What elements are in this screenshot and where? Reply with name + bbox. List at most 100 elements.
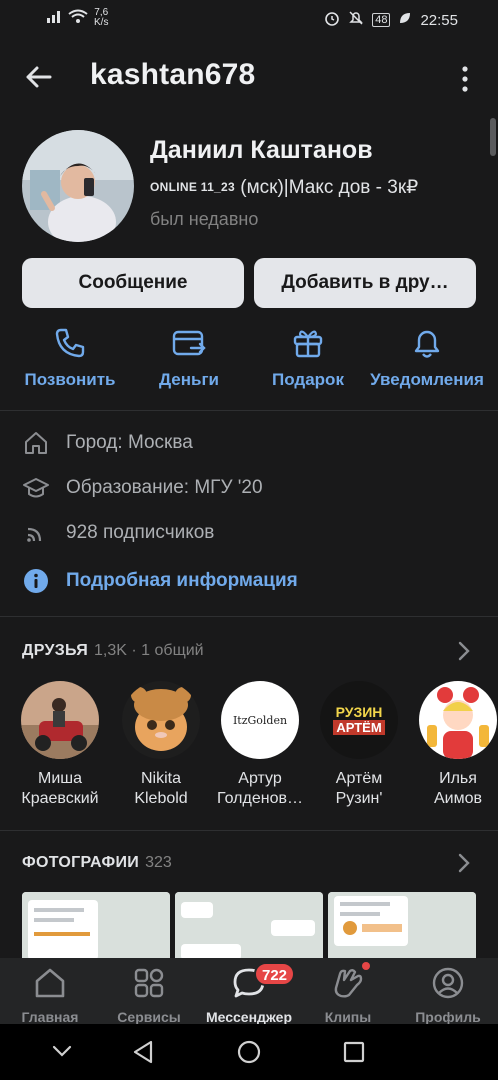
home-icon	[35, 968, 65, 998]
friend-name-line2: Аимов	[433, 790, 482, 807]
sim-icon	[46, 9, 62, 28]
status-text: (мск)|Макс дов - 3к₽	[234, 177, 419, 198]
avatar-logo-text: АРТЁМ	[333, 720, 385, 735]
graduation-cap-icon	[22, 474, 50, 502]
tab-profile[interactable]: Профиль	[398, 966, 498, 1025]
notifications-action[interactable]: Уведомления	[367, 326, 487, 390]
friend-avatar	[122, 681, 200, 759]
details-text: Подробная информация	[66, 570, 298, 591]
last-seen: был недавно	[150, 209, 259, 229]
gift-label: Подарок	[272, 370, 344, 389]
photos-title: ФОТОГРАФИИ	[22, 854, 140, 871]
alarm-icon	[324, 10, 340, 30]
back-triangle-icon[interactable]	[132, 1040, 154, 1064]
info-details-link[interactable]: Подробная информация	[22, 566, 482, 596]
leaf-icon	[398, 11, 412, 29]
info-icon	[22, 567, 50, 595]
friend-item[interactable]: Миша Краевский	[12, 681, 108, 809]
avatar-logo-text: РУЗИН	[335, 704, 383, 720]
friend-name-line1: Илья	[439, 770, 477, 787]
friends-header[interactable]: ДРУЗЬЯ 1,3K · 1 общий	[22, 642, 204, 660]
network-speed: 7,6 K/s	[94, 8, 108, 28]
more-options-button[interactable]	[454, 64, 476, 94]
add-friend-button[interactable]: Добавить в дру…	[254, 258, 476, 308]
tab-home-label: Главная	[21, 1009, 79, 1025]
followers-text: 928 подписчиков	[66, 522, 215, 543]
tab-home[interactable]: Главная	[0, 966, 100, 1025]
gift-action[interactable]: Подарок	[248, 326, 368, 390]
home-icon	[22, 429, 50, 457]
network-speed-unit: K/s	[94, 17, 109, 28]
friend-name-line1: Миша	[38, 770, 82, 787]
friend-name-line1: Артём	[335, 770, 383, 787]
divider	[0, 830, 498, 831]
friends-chevron[interactable]	[456, 640, 472, 662]
tab-services-label: Сервисы	[117, 1009, 181, 1025]
rss-icon	[22, 519, 50, 547]
chevron-right-icon	[458, 853, 470, 873]
tab-services[interactable]: Сервисы	[99, 966, 199, 1025]
phone-icon	[55, 328, 85, 358]
status-bar: 7,6 K/s 48 22:55	[0, 0, 498, 38]
profile-status: ONLINE 11_23 (мск)|Макс дов - 3к₽	[150, 176, 418, 199]
clips-notification-dot	[362, 962, 370, 970]
friend-avatar	[419, 681, 497, 759]
money-action[interactable]: Деньги	[129, 326, 249, 390]
friends-title: ДРУЗЬЯ	[22, 642, 89, 659]
divider	[0, 410, 498, 411]
status-prefix: ONLINE 11_23	[150, 180, 235, 194]
friend-name-line1: Nikita	[140, 770, 181, 787]
friend-item[interactable]: Nikita Klebold	[113, 681, 209, 809]
chevron-down-icon[interactable]	[52, 1044, 72, 1058]
friend-name-line2: Klebold	[134, 790, 188, 807]
tab-profile-label: Профиль	[415, 1009, 481, 1025]
system-nav-bar	[0, 1024, 498, 1080]
action-row: Позвонить Деньги Подарок Уведомления	[0, 326, 498, 396]
profile-name: Даниил Каштанов	[150, 136, 373, 164]
more-vertical-icon	[462, 66, 468, 92]
photos-header[interactable]: ФОТОГРАФИИ 323	[22, 854, 172, 872]
divider	[0, 616, 498, 617]
tab-clips[interactable]: Клипы	[298, 966, 398, 1025]
profile-avatar[interactable]	[22, 130, 134, 242]
friend-item[interactable]: ItzGolden Артур Голденов…	[212, 681, 308, 809]
friend-item[interactable]: РУЗИН АРТЁМ Артём Рузин'	[311, 681, 407, 809]
clock: 22:55	[420, 11, 458, 29]
profile-icon	[432, 967, 464, 999]
back-button[interactable]	[22, 60, 56, 94]
avatar-logo-text: ItzGolden	[232, 713, 288, 727]
money-transfer-icon	[172, 330, 206, 356]
battery-indicator: 48	[372, 13, 391, 27]
bell-icon	[414, 330, 440, 358]
friend-name-line2: Рузин'	[335, 790, 383, 807]
friend-avatar: ItzGolden	[221, 681, 299, 759]
call-action[interactable]: Позвонить	[10, 326, 130, 390]
photos-chevron[interactable]	[456, 852, 472, 874]
gift-icon	[293, 330, 323, 358]
friends-count: 1,3K · 1 общий	[94, 642, 204, 659]
clips-icon	[334, 969, 363, 998]
friend-item[interactable]: Илья Аимов	[410, 681, 498, 809]
notifications-label: Уведомления	[370, 370, 484, 389]
friend-name-line2: Голденов…	[217, 790, 303, 807]
services-grid-icon	[134, 968, 164, 998]
message-button[interactable]: Сообщение	[22, 258, 244, 308]
messenger-unread-badge: 722	[254, 962, 296, 986]
friend-avatar	[21, 681, 99, 759]
scrollbar[interactable]	[490, 118, 496, 156]
home-circle-icon[interactable]	[237, 1040, 261, 1064]
arrow-left-icon	[26, 66, 52, 88]
page-title: kashtan678	[90, 58, 256, 91]
city-text: Город: Москва	[66, 432, 193, 453]
app-bar: kashtan678	[0, 44, 498, 110]
friend-avatar: РУЗИН АРТЁМ	[320, 681, 398, 759]
info-followers[interactable]: 928 подписчиков	[22, 518, 482, 548]
friend-name-line2: Краевский	[21, 790, 99, 807]
mute-icon	[348, 10, 364, 30]
money-label: Деньги	[158, 370, 220, 389]
tab-clips-label: Клипы	[324, 1009, 372, 1025]
friend-name-line1: Артур	[238, 770, 282, 787]
recents-square-icon[interactable]	[343, 1041, 365, 1063]
wifi-icon	[68, 9, 88, 28]
bottom-tab-bar: Главная Сервисы Мессенджер Клипы Профиль	[0, 958, 498, 1025]
